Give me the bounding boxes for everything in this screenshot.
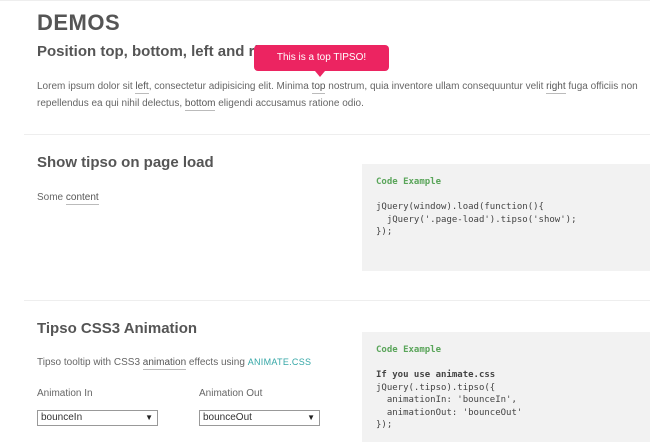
chevron-down-icon: ▼: [145, 413, 153, 422]
animation-tip-link[interactable]: animation: [142, 357, 187, 370]
tooltip-arrow: [315, 71, 325, 77]
animation-text: Tipso tooltip with CSS3 animation effect…: [37, 354, 347, 371]
top-rule: [0, 0, 650, 1]
code-title: Code Example: [376, 345, 442, 355]
tip-right-link[interactable]: right: [546, 81, 566, 94]
code-example-animation: Code Example If you use animate.css jQue…: [362, 332, 650, 442]
para-text: eligendi accusamus ratione odio.: [215, 98, 364, 109]
animation-out-label: Animation Out: [199, 388, 263, 399]
page-load-prefix: Some: [37, 192, 66, 203]
para-text: , consectetur adipisicing elit. Minima: [148, 81, 312, 92]
animation-out-select[interactable]: bounceOut ▼: [199, 410, 320, 426]
section-divider: [24, 300, 650, 301]
code-title: Code Example: [376, 177, 442, 187]
animation-in-value: bounceIn: [41, 412, 83, 423]
animation-in-select[interactable]: bounceIn ▼: [37, 410, 158, 426]
section-title-page-load: Show tipso on page load: [37, 154, 214, 171]
para-text: nostrum, quia inventore ullam consequunt…: [325, 81, 547, 92]
animation-prefix: Tipso tooltip with CSS3: [37, 357, 143, 368]
tooltip-top: This is a top TIPSO!: [254, 45, 389, 71]
para-text: Lorem ipsum dolor sit: [37, 81, 136, 92]
code-comment: If you use animate.css: [376, 370, 496, 380]
section-divider: [24, 134, 650, 135]
content-tip-link[interactable]: content: [65, 192, 99, 205]
section-title-animation: Tipso CSS3 Animation: [37, 320, 198, 337]
code-snippet: jQuery(window).load(function(){ jQuery('…: [376, 202, 577, 237]
page-title: DEMOS: [37, 10, 121, 35]
animation-out-value: bounceOut: [203, 412, 252, 423]
section-title-positions: Position top, bottom, left and righ: [37, 43, 277, 60]
animation-in-label: Animation In: [37, 388, 93, 399]
page-load-text: Some content: [37, 189, 337, 206]
tip-left-link[interactable]: left: [135, 81, 149, 94]
tip-bottom-link[interactable]: bottom: [184, 98, 216, 111]
chevron-down-icon: ▼: [307, 413, 315, 422]
code-snippet: jQuery(.tipso).tipso({ animationIn: 'bou…: [376, 382, 523, 431]
positions-paragraph: Lorem ipsum dolor sit left, consectetur …: [37, 78, 649, 112]
tip-top-link[interactable]: top: [311, 81, 326, 94]
animate-css-link[interactable]: ANIMATE.CSS: [248, 357, 312, 367]
animation-mid: effects using: [186, 357, 248, 368]
code-example-page-load: Code Example jQuery(window).load(functio…: [362, 164, 650, 271]
